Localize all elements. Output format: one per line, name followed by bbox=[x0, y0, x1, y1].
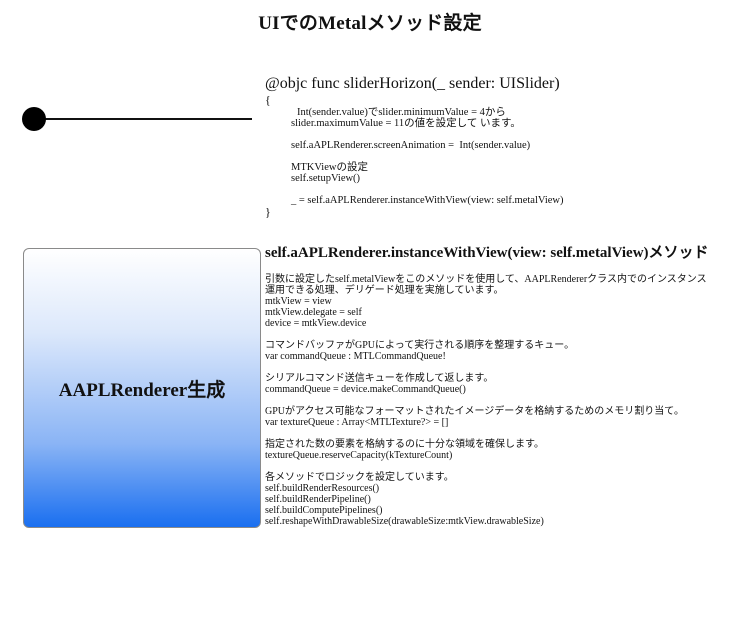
description-line: device = mtkView.device bbox=[265, 318, 367, 329]
code-line: slider.maximumValue = 11の値を設定して います。 bbox=[291, 118, 521, 129]
description-line: self.buildRenderResources() bbox=[265, 483, 380, 494]
slider-track[interactable] bbox=[34, 118, 252, 120]
description-line: var textureQueue : Array<MTLTexture?> = … bbox=[265, 417, 449, 428]
description-line bbox=[265, 362, 735, 373]
description-line: mtkView.delegate = self bbox=[265, 307, 362, 318]
description-line bbox=[265, 428, 735, 439]
code-line: Int(sender.value)でslider.minimumValue = … bbox=[297, 107, 506, 118]
description-block: self.aAPLRenderer.instanceWithView(view:… bbox=[265, 244, 735, 527]
description-line: シリアルコマンド送信キューを作成して返します。 bbox=[265, 373, 494, 384]
description-line: コマンドバッファがGPUによって実行される順序を整理するキュー。 bbox=[265, 340, 575, 351]
slider-thumb[interactable] bbox=[22, 107, 46, 131]
horizontal-slider[interactable] bbox=[22, 106, 252, 132]
description-line: var commandQueue : MTLCommandQueue! bbox=[265, 351, 446, 362]
page-title: UIでのMetalメソッド設定 bbox=[258, 13, 482, 34]
description-line bbox=[265, 461, 735, 472]
description-line: 引数に設定したself.metalViewをこのメソッドを使用して、AAPLRe… bbox=[265, 274, 707, 285]
description-line: self.reshapeWithDrawableSize(drawableSiz… bbox=[265, 516, 544, 527]
code-open-brace: { bbox=[265, 93, 271, 107]
description-line: GPUがアクセス可能なフォーマットされたイメージデータを格納するためのメモリ割り… bbox=[265, 406, 685, 417]
description-line bbox=[265, 395, 735, 406]
renderer-box: AAPLRenderer生成 bbox=[23, 248, 261, 528]
code-close-brace: } bbox=[265, 205, 271, 219]
code-line: MTKViewの設定 bbox=[291, 162, 368, 173]
renderer-box-label: AAPLRenderer生成 bbox=[58, 379, 226, 401]
code-line: self.setupView() bbox=[291, 173, 361, 184]
description-line: mtkView = view bbox=[265, 296, 332, 307]
description-line: 指定された数の要素を格納するのに十分な領域を確保します。 bbox=[265, 439, 544, 450]
description-line: commandQueue = device.makeCommandQueue() bbox=[265, 384, 466, 395]
description-heading: self.aAPLRenderer.instanceWithView(view:… bbox=[265, 245, 709, 261]
code-line: _ = self.aAPLRenderer.instanceWithView(v… bbox=[291, 195, 564, 206]
description-line: textureQueue.reserveCapacity(kTextureCou… bbox=[265, 450, 453, 461]
description-line bbox=[265, 329, 735, 340]
description-line: 各メソッドでロジックを設定しています。 bbox=[265, 472, 454, 483]
code-block: @objc func sliderHorizon(_ sender: UISli… bbox=[265, 75, 725, 219]
code-function-signature: @objc func sliderHorizon(_ sender: UISli… bbox=[265, 75, 560, 92]
description-line: 運用できる処理、デリゲード処理を実施しています。 bbox=[265, 285, 504, 296]
code-line: self.aAPLRenderer.screenAnimation = Int(… bbox=[291, 140, 531, 151]
description-line: self.buildComputePipelines() bbox=[265, 505, 383, 516]
description-line: self.buildRenderPipeline() bbox=[265, 494, 371, 505]
